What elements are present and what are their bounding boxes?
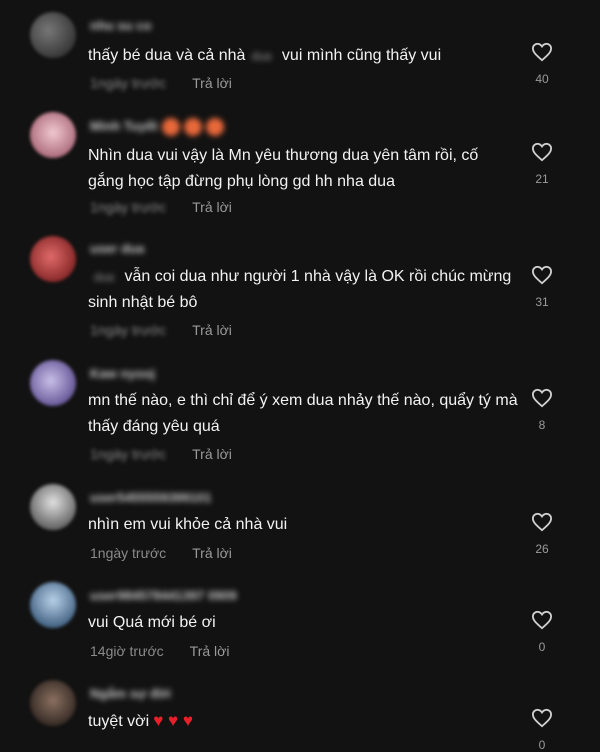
- like-button[interactable]: 26: [528, 512, 556, 556]
- avatar[interactable]: [30, 680, 76, 726]
- comment-username[interactable]: user5455559399101: [90, 490, 211, 505]
- like-count: 0: [538, 640, 546, 654]
- avatar[interactable]: [30, 112, 76, 158]
- like-count: 26: [535, 542, 549, 556]
- reply-button[interactable]: Trả lời: [192, 199, 232, 215]
- avatar[interactable]: [30, 236, 76, 282]
- comment-username[interactable]: user984578441397 0909: [90, 588, 237, 603]
- comment-time: 1ngày trước: [90, 199, 167, 215]
- blurred-word: dua: [94, 270, 115, 284]
- comment-username[interactable]: user dua: [90, 241, 144, 256]
- comment-text: dua vẫn coi dua như người 1 nhà vậy là O…: [88, 264, 518, 316]
- comment-meta: 1ngày trước Trả lời: [90, 545, 232, 561]
- comment-meta: 1ngày trước Trả lời: [90, 75, 232, 91]
- emoji-icon: [205, 118, 224, 136]
- avatar[interactable]: [30, 360, 76, 406]
- like-button[interactable]: 40: [528, 42, 556, 86]
- like-count: 40: [535, 72, 549, 86]
- comment-username[interactable]: Kaw nyooj: [90, 366, 155, 381]
- avatar[interactable]: [30, 484, 76, 530]
- heart-outline-icon[interactable]: [531, 388, 553, 408]
- reply-button[interactable]: Trả lời: [192, 446, 232, 462]
- like-count: 0: [538, 738, 546, 752]
- comment-time: 14giờ trước: [90, 643, 164, 659]
- like-button[interactable]: 8: [528, 388, 556, 432]
- comment-text: nhìn em vui khỏe cả nhà vui: [88, 516, 288, 533]
- comment-time: 1ngày trước: [90, 322, 167, 338]
- comment-meta: 1ngày trước Trả lời: [90, 446, 232, 462]
- reply-button[interactable]: Trả lời: [190, 643, 230, 659]
- comment-username[interactable]: Minh Tuyết: [90, 118, 224, 136]
- like-button[interactable]: 31: [528, 265, 556, 309]
- heart-outline-icon[interactable]: [531, 265, 553, 285]
- heart-outline-icon[interactable]: [531, 142, 553, 162]
- like-button[interactable]: 0: [528, 610, 556, 654]
- avatar[interactable]: [30, 12, 76, 58]
- reply-button[interactable]: Trả lời: [192, 545, 232, 561]
- comment-text: vui Quá mới bé ơi: [88, 614, 216, 631]
- comment-time: 1ngày trước: [90, 75, 167, 91]
- like-count: 8: [538, 418, 546, 432]
- emoji-icon: [183, 118, 202, 136]
- comment-text: Nhìn dua vui vậy là Mn yêu thương dua yê…: [88, 147, 479, 190]
- reply-button[interactable]: Trả lời: [192, 75, 232, 91]
- comment-meta: 14giờ trước Trả lời: [90, 643, 229, 659]
- reply-button[interactable]: Trả lời: [192, 322, 232, 338]
- heart-outline-icon[interactable]: [531, 708, 553, 728]
- comment-time: 1ngày trước: [90, 446, 167, 462]
- comment-username[interactable]: nhu su co: [90, 18, 151, 33]
- heart-outline-icon[interactable]: [531, 610, 553, 630]
- comment-time: 1ngày trước: [90, 545, 167, 561]
- like-count: 31: [535, 295, 549, 309]
- comment-username[interactable]: Ngắm sự đời: [90, 686, 171, 701]
- like-button[interactable]: 0: [528, 708, 556, 752]
- emoji-icon: [161, 118, 180, 136]
- comment-text: tuyệt vời ♥ ♥ ♥: [88, 711, 193, 730]
- heart-outline-icon[interactable]: [531, 42, 553, 62]
- comment-meta: 1ngày trước Trả lời: [90, 322, 232, 338]
- like-button[interactable]: 21: [528, 142, 556, 186]
- blurred-word: dua: [251, 49, 272, 63]
- comment-text: thấy bé dua và cả nhà dua vui mình cũng t…: [88, 43, 518, 69]
- avatar[interactable]: [30, 582, 76, 628]
- comment-meta: 1ngày trước Trả lời: [90, 199, 232, 215]
- heart-outline-icon[interactable]: [531, 512, 553, 532]
- red-heart-emoji: ♥ ♥ ♥: [153, 711, 193, 730]
- like-count: 21: [535, 172, 549, 186]
- comment-text: mn thế nào, e thì chỉ để ý xem dua nhảy …: [88, 392, 518, 435]
